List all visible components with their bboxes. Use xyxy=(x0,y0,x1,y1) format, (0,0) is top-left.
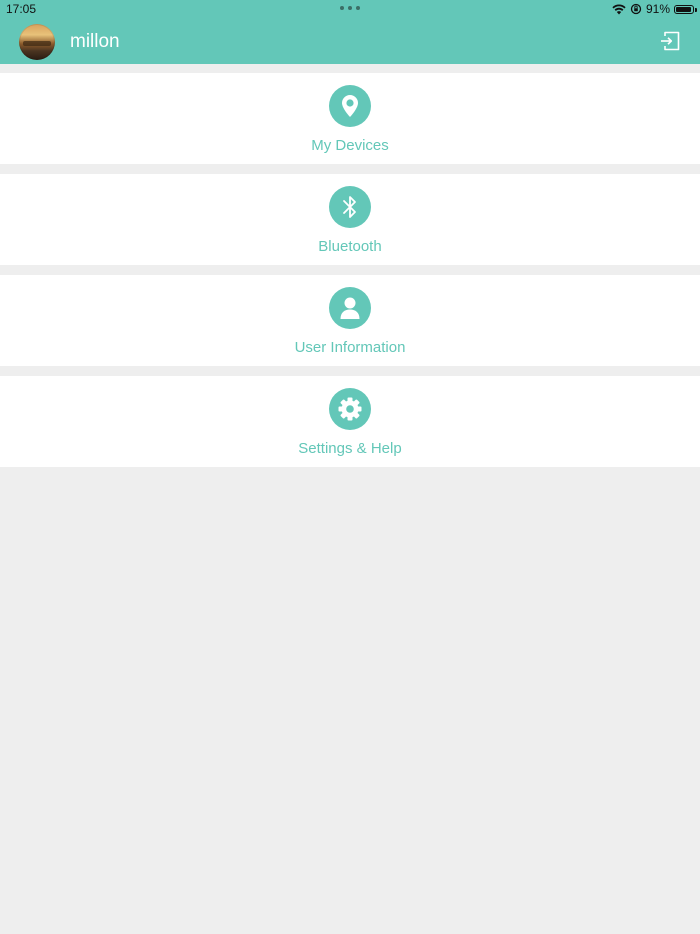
gear-icon xyxy=(329,388,371,430)
bluetooth-icon xyxy=(329,186,371,228)
menu-item-label: My Devices xyxy=(311,137,389,154)
user-icon xyxy=(329,287,371,329)
menu-item-label: Settings & Help xyxy=(298,440,402,457)
profile-bar: millon xyxy=(0,18,700,64)
logout-button[interactable] xyxy=(658,29,682,53)
status-indicators: 91% xyxy=(612,1,697,17)
logout-icon xyxy=(661,31,680,51)
wifi-icon xyxy=(612,3,626,14)
battery-level-fill xyxy=(676,6,691,12)
battery-percentage: 91% xyxy=(645,2,670,16)
username: millon xyxy=(70,31,120,52)
multitasking-dots-icon[interactable] xyxy=(340,6,360,12)
status-bar: 17:05 91% xyxy=(0,0,700,18)
status-time: 17:05 xyxy=(6,2,37,16)
location-pin-icon xyxy=(329,85,371,127)
menu-item-bluetooth[interactable]: Bluetooth xyxy=(0,174,700,265)
menu-item-my-devices[interactable]: My Devices xyxy=(0,73,700,164)
avatar[interactable] xyxy=(19,24,55,60)
menu-item-label: Bluetooth xyxy=(318,238,382,255)
battery-icon xyxy=(674,4,697,14)
menu-item-label: User Information xyxy=(294,339,406,356)
app-header: 17:05 91% millon xyxy=(0,0,700,64)
menu-item-settings-help[interactable]: Settings & Help xyxy=(0,376,700,467)
menu-item-user-information[interactable]: User Information xyxy=(0,275,700,366)
orientation-lock-icon xyxy=(630,3,642,15)
main-menu: My Devices Bluetooth User Information Se… xyxy=(0,73,700,477)
